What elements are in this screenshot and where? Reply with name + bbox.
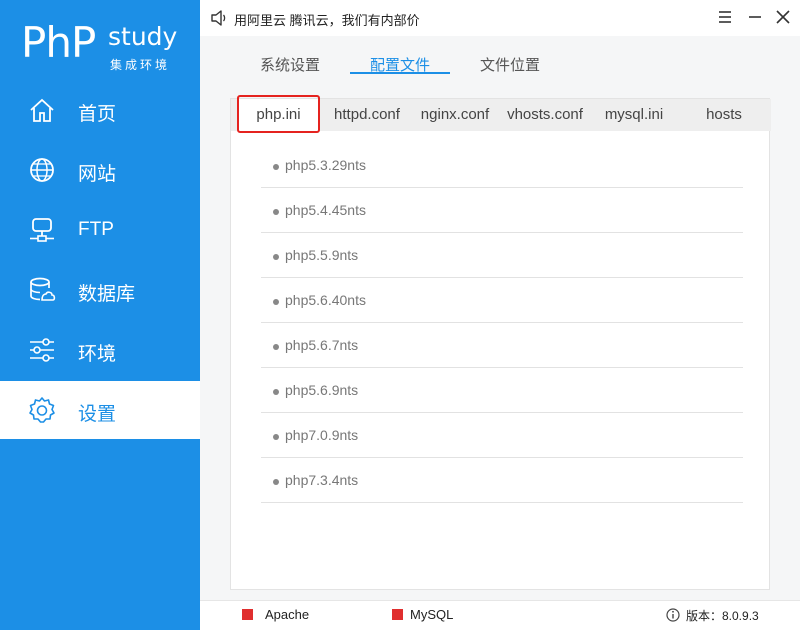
logo-subtitle: 集成环境: [110, 58, 171, 72]
sidebar-item-label: FTP: [78, 219, 114, 240]
php-version-label: php5.6.40nts: [285, 292, 366, 308]
sliders-icon: [30, 338, 54, 362]
sidebar-item-label: 首页: [78, 104, 117, 125]
app-logo: PhP study 集成环境: [0, 0, 200, 80]
minimize-icon[interactable]: [744, 6, 766, 28]
list-item[interactable]: php5.5.9nts: [261, 233, 743, 278]
main-content: 系统设置 配置文件 文件位置 php.ini httpd.conf nginx.…: [200, 36, 800, 600]
list-item[interactable]: php5.3.29nts: [261, 143, 743, 188]
bullet-icon: [273, 254, 279, 260]
ftp-server-icon: [30, 218, 54, 242]
bullet-icon: [273, 299, 279, 305]
sidebar-item-website[interactable]: 网站: [0, 141, 200, 199]
tab-file-locations[interactable]: 文件位置: [480, 54, 540, 75]
php-version-label: php5.6.9nts: [285, 382, 359, 398]
sidebar-item-settings[interactable]: 设置: [0, 381, 200, 439]
sidebar-item-environment[interactable]: 环境: [0, 321, 200, 379]
close-icon[interactable]: [772, 6, 794, 28]
sidebar-item-home[interactable]: 首页: [0, 81, 200, 139]
info-icon: [666, 608, 680, 622]
sidebar-item-label: 设置: [78, 404, 117, 425]
list-item[interactable]: php7.0.9nts: [261, 413, 743, 458]
subtab-nginx-conf[interactable]: nginx.conf: [413, 99, 497, 131]
active-tab-underline: [350, 72, 450, 74]
config-panel: php.ini httpd.conf nginx.conf vhosts.con…: [230, 95, 771, 590]
sidebar: PhP study 集成环境 首页 网站 FTP 数据库 环境 设置: [0, 0, 200, 630]
bullet-icon: [273, 344, 279, 350]
promo-notice-link[interactable]: 用阿里云 腾讯云，我们有内部价: [234, 10, 420, 29]
database-icon: [30, 277, 56, 301]
apache-service-label: Apache: [265, 607, 310, 622]
sidebar-item-label: 环境: [78, 344, 117, 365]
subtab-hosts[interactable]: hosts: [677, 99, 771, 131]
sidebar-item-database[interactable]: 数据库: [0, 261, 200, 319]
settings-tabs: 系统设置 配置文件 文件位置: [200, 36, 800, 86]
php-version-label: php5.6.7nts: [285, 337, 359, 353]
php-version-label: php7.3.4nts: [285, 472, 359, 488]
logo-study-text: study: [108, 22, 178, 51]
subtab-vhosts-conf[interactable]: vhosts.conf: [499, 99, 591, 131]
list-item[interactable]: php5.6.9nts: [261, 368, 743, 413]
logo-php-text: PhP: [21, 18, 96, 67]
bullet-icon: [273, 389, 279, 395]
gear-icon: [29, 397, 55, 423]
tab-system-settings[interactable]: 系统设置: [260, 54, 320, 75]
list-item[interactable]: php7.3.4nts: [261, 458, 743, 503]
mysql-service-label: MySQL: [410, 607, 454, 622]
bullet-icon: [273, 434, 279, 440]
status-bar: Apache MySQL 版本：8.0.9.3: [200, 600, 800, 630]
sidebar-item-label: 网站: [78, 164, 117, 185]
php-version-label: php5.3.29nts: [285, 157, 366, 173]
menu-icon[interactable]: [714, 6, 736, 28]
list-item[interactable]: php5.6.40nts: [261, 278, 743, 323]
list-item[interactable]: php5.6.7nts: [261, 323, 743, 368]
config-file-tabs: php.ini httpd.conf nginx.conf vhosts.con…: [231, 95, 771, 133]
subtab-httpd-conf[interactable]: httpd.conf: [323, 99, 411, 131]
php-version-label: php5.4.45nts: [285, 202, 366, 218]
speaker-icon: [211, 10, 226, 26]
sidebar-item-label: 数据库: [78, 284, 136, 305]
subtab-mysql-ini[interactable]: mysql.ini: [593, 99, 675, 131]
list-item[interactable]: php5.4.45nts: [261, 188, 743, 233]
bullet-icon: [273, 479, 279, 485]
sidebar-item-ftp[interactable]: FTP: [0, 201, 200, 259]
home-icon: [30, 98, 54, 122]
version-label: 版本：8.0.9.3: [686, 609, 759, 623]
bullet-icon: [273, 164, 279, 170]
php-version-label: php5.5.9nts: [285, 247, 359, 263]
top-bar: 用阿里云 腾讯云，我们有内部价: [200, 0, 800, 36]
bullet-icon: [273, 209, 279, 215]
subtab-php-ini[interactable]: php.ini: [237, 99, 320, 131]
php-version-label: php7.0.9nts: [285, 427, 359, 443]
mysql-status-indicator: [392, 609, 403, 620]
apache-status-indicator: [242, 609, 253, 620]
globe-icon: [30, 158, 54, 182]
